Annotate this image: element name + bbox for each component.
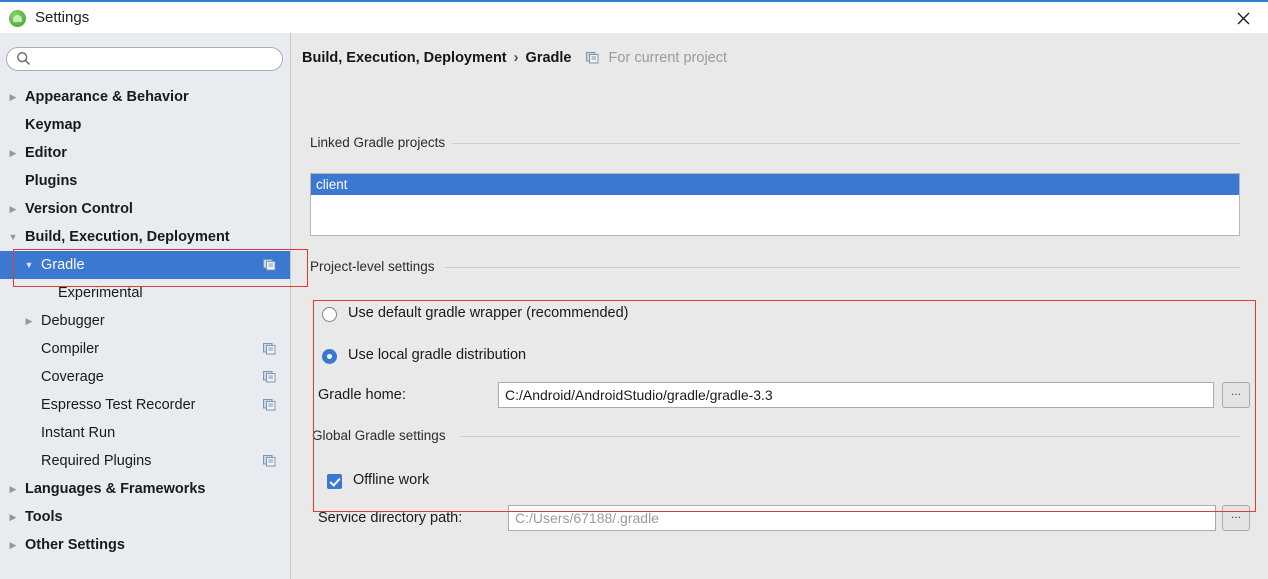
global-settings-group-label: Global Gradle settings (312, 428, 446, 443)
sidebar-item-label: Compiler (41, 341, 100, 357)
sidebar-item-label: Coverage (41, 369, 104, 385)
sidebar-item-tools[interactable]: ▶ Tools (0, 503, 290, 531)
breadcrumb-parent[interactable]: Build, Execution, Deployment (302, 50, 507, 66)
chevron-right-icon[interactable]: ▶ (6, 531, 20, 559)
sidebar-item-label: Tools (25, 509, 63, 525)
offline-work-check-mark (327, 474, 342, 489)
sidebar-item-appearance-behavior[interactable]: ▶ Appearance & Behavior (0, 83, 290, 111)
android-studio-icon (9, 10, 26, 27)
sidebar-item-instant-run[interactable]: Instant Run (0, 419, 290, 447)
breadcrumb-scope-note: For current project (608, 50, 728, 66)
search-input[interactable] (6, 47, 283, 71)
chevron-right-icon[interactable]: ▶ (6, 83, 20, 111)
settings-tree: ▶ Appearance & Behavior Keymap ▶ Editor Plugi… (0, 83, 290, 559)
window-title: Settings (35, 9, 90, 26)
linked-projects-list[interactable]: client (310, 173, 1240, 236)
project-level-group-label: Project-level settings (310, 259, 435, 274)
linked-projects-group-line (452, 143, 1240, 144)
project-scope-icon (263, 259, 276, 271)
sidebar-item-label: Languages & Frameworks (25, 481, 206, 497)
gradle-home-browse-button[interactable]: ... (1222, 382, 1250, 408)
sidebar-item-label: Appearance & Behavior (25, 89, 189, 105)
sidebar-item-label: Required Plugins (41, 453, 152, 469)
sidebar-item-label: Other Settings (25, 537, 125, 553)
service-directory-label: Service directory path: (318, 510, 463, 526)
radio-local-distribution-label: Use local gradle distribution (348, 347, 527, 363)
sidebar-item-label: Espresso Test Recorder (41, 397, 196, 413)
project-scope-icon (263, 343, 276, 355)
gradle-home-label: Gradle home: (318, 387, 406, 403)
breadcrumb-separator: › (513, 50, 519, 66)
sidebar-item-label: Gradle (41, 257, 85, 273)
sidebar-item-debugger[interactable]: ▶ Debugger (0, 307, 290, 335)
sidebar-item-version-control[interactable]: ▶ Version Control (0, 195, 290, 223)
sidebar-item-required-plugins[interactable]: Required Plugins (0, 447, 290, 475)
chevron-right-icon[interactable]: ▶ (6, 195, 20, 223)
linked-projects-group-label: Linked Gradle projects (310, 135, 446, 150)
sidebar-item-label: Version Control (25, 201, 133, 217)
chevron-right-icon[interactable]: ▶ (6, 503, 20, 531)
sidebar-item-label: Debugger (41, 313, 105, 329)
chevron-right-icon[interactable]: ▶ (6, 475, 20, 503)
sidebar-item-label: Experimental (58, 285, 143, 301)
sidebar-item-label: Editor (25, 145, 67, 161)
global-settings-group-line (460, 436, 1240, 437)
close-icon (1237, 12, 1250, 25)
radio-local-distribution-mark (322, 349, 337, 364)
chevron-right-icon[interactable]: ▶ (22, 307, 36, 335)
service-directory-browse-button[interactable]: ... (1222, 505, 1250, 531)
service-directory-input[interactable] (508, 505, 1216, 531)
close-button[interactable] (1226, 6, 1260, 31)
breadcrumb: Build, Execution, Deployment › Gradle Fo… (302, 50, 727, 66)
chevron-down-icon[interactable]: ▼ (22, 251, 36, 279)
list-item[interactable]: client (311, 174, 1239, 195)
sidebar-item-plugins[interactable]: Plugins (0, 167, 290, 195)
sidebar-item-languages-frameworks[interactable]: ▶ Languages & Frameworks (0, 475, 290, 503)
project-scope-icon (263, 399, 276, 411)
sidebar-item-editor[interactable]: ▶ Editor (0, 139, 290, 167)
sidebar-item-experimental[interactable]: Experimental (0, 279, 290, 307)
sidebar-item-espresso-test-recorder[interactable]: Espresso Test Recorder (0, 391, 290, 419)
sidebar-item-label: Plugins (25, 173, 78, 189)
window-title-bar: Settings (0, 0, 1268, 33)
breadcrumb-current: Gradle (525, 50, 572, 66)
sidebar-item-label: Instant Run (41, 425, 116, 441)
sidebar-item-compiler[interactable]: Compiler (0, 335, 290, 363)
settings-main-panel: Build, Execution, Deployment › Gradle Fo… (292, 33, 1268, 579)
sidebar-item-label: Keymap (25, 117, 82, 133)
sidebar-item-gradle[interactable]: ▼ Gradle (0, 251, 290, 279)
settings-sidebar: ▶ Appearance & Behavior Keymap ▶ Editor Plugi… (0, 33, 291, 579)
gradle-home-input[interactable] (498, 382, 1214, 408)
project-scope-icon (263, 371, 276, 383)
radio-default-wrapper-mark (322, 307, 337, 322)
sidebar-item-other-settings[interactable]: ▶ Other Settings (0, 531, 290, 559)
chevron-down-icon[interactable]: ▼ (6, 223, 20, 251)
sidebar-item-build-execution-deployment[interactable]: ▼ Build, Execution, Deployment (0, 223, 290, 251)
radio-default-wrapper-label: Use default gradle wrapper (recommended) (348, 305, 629, 321)
search-field-wrapper (6, 47, 283, 71)
project-scope-icon (585, 52, 599, 64)
project-level-group-line (445, 267, 1240, 268)
sidebar-item-keymap[interactable]: Keymap (0, 111, 290, 139)
chevron-right-icon[interactable]: ▶ (6, 139, 20, 167)
project-scope-icon (263, 455, 276, 467)
sidebar-item-coverage[interactable]: Coverage (0, 363, 290, 391)
offline-work-label: Offline work (353, 472, 430, 488)
sidebar-item-label: Build, Execution, Deployment (25, 229, 230, 245)
